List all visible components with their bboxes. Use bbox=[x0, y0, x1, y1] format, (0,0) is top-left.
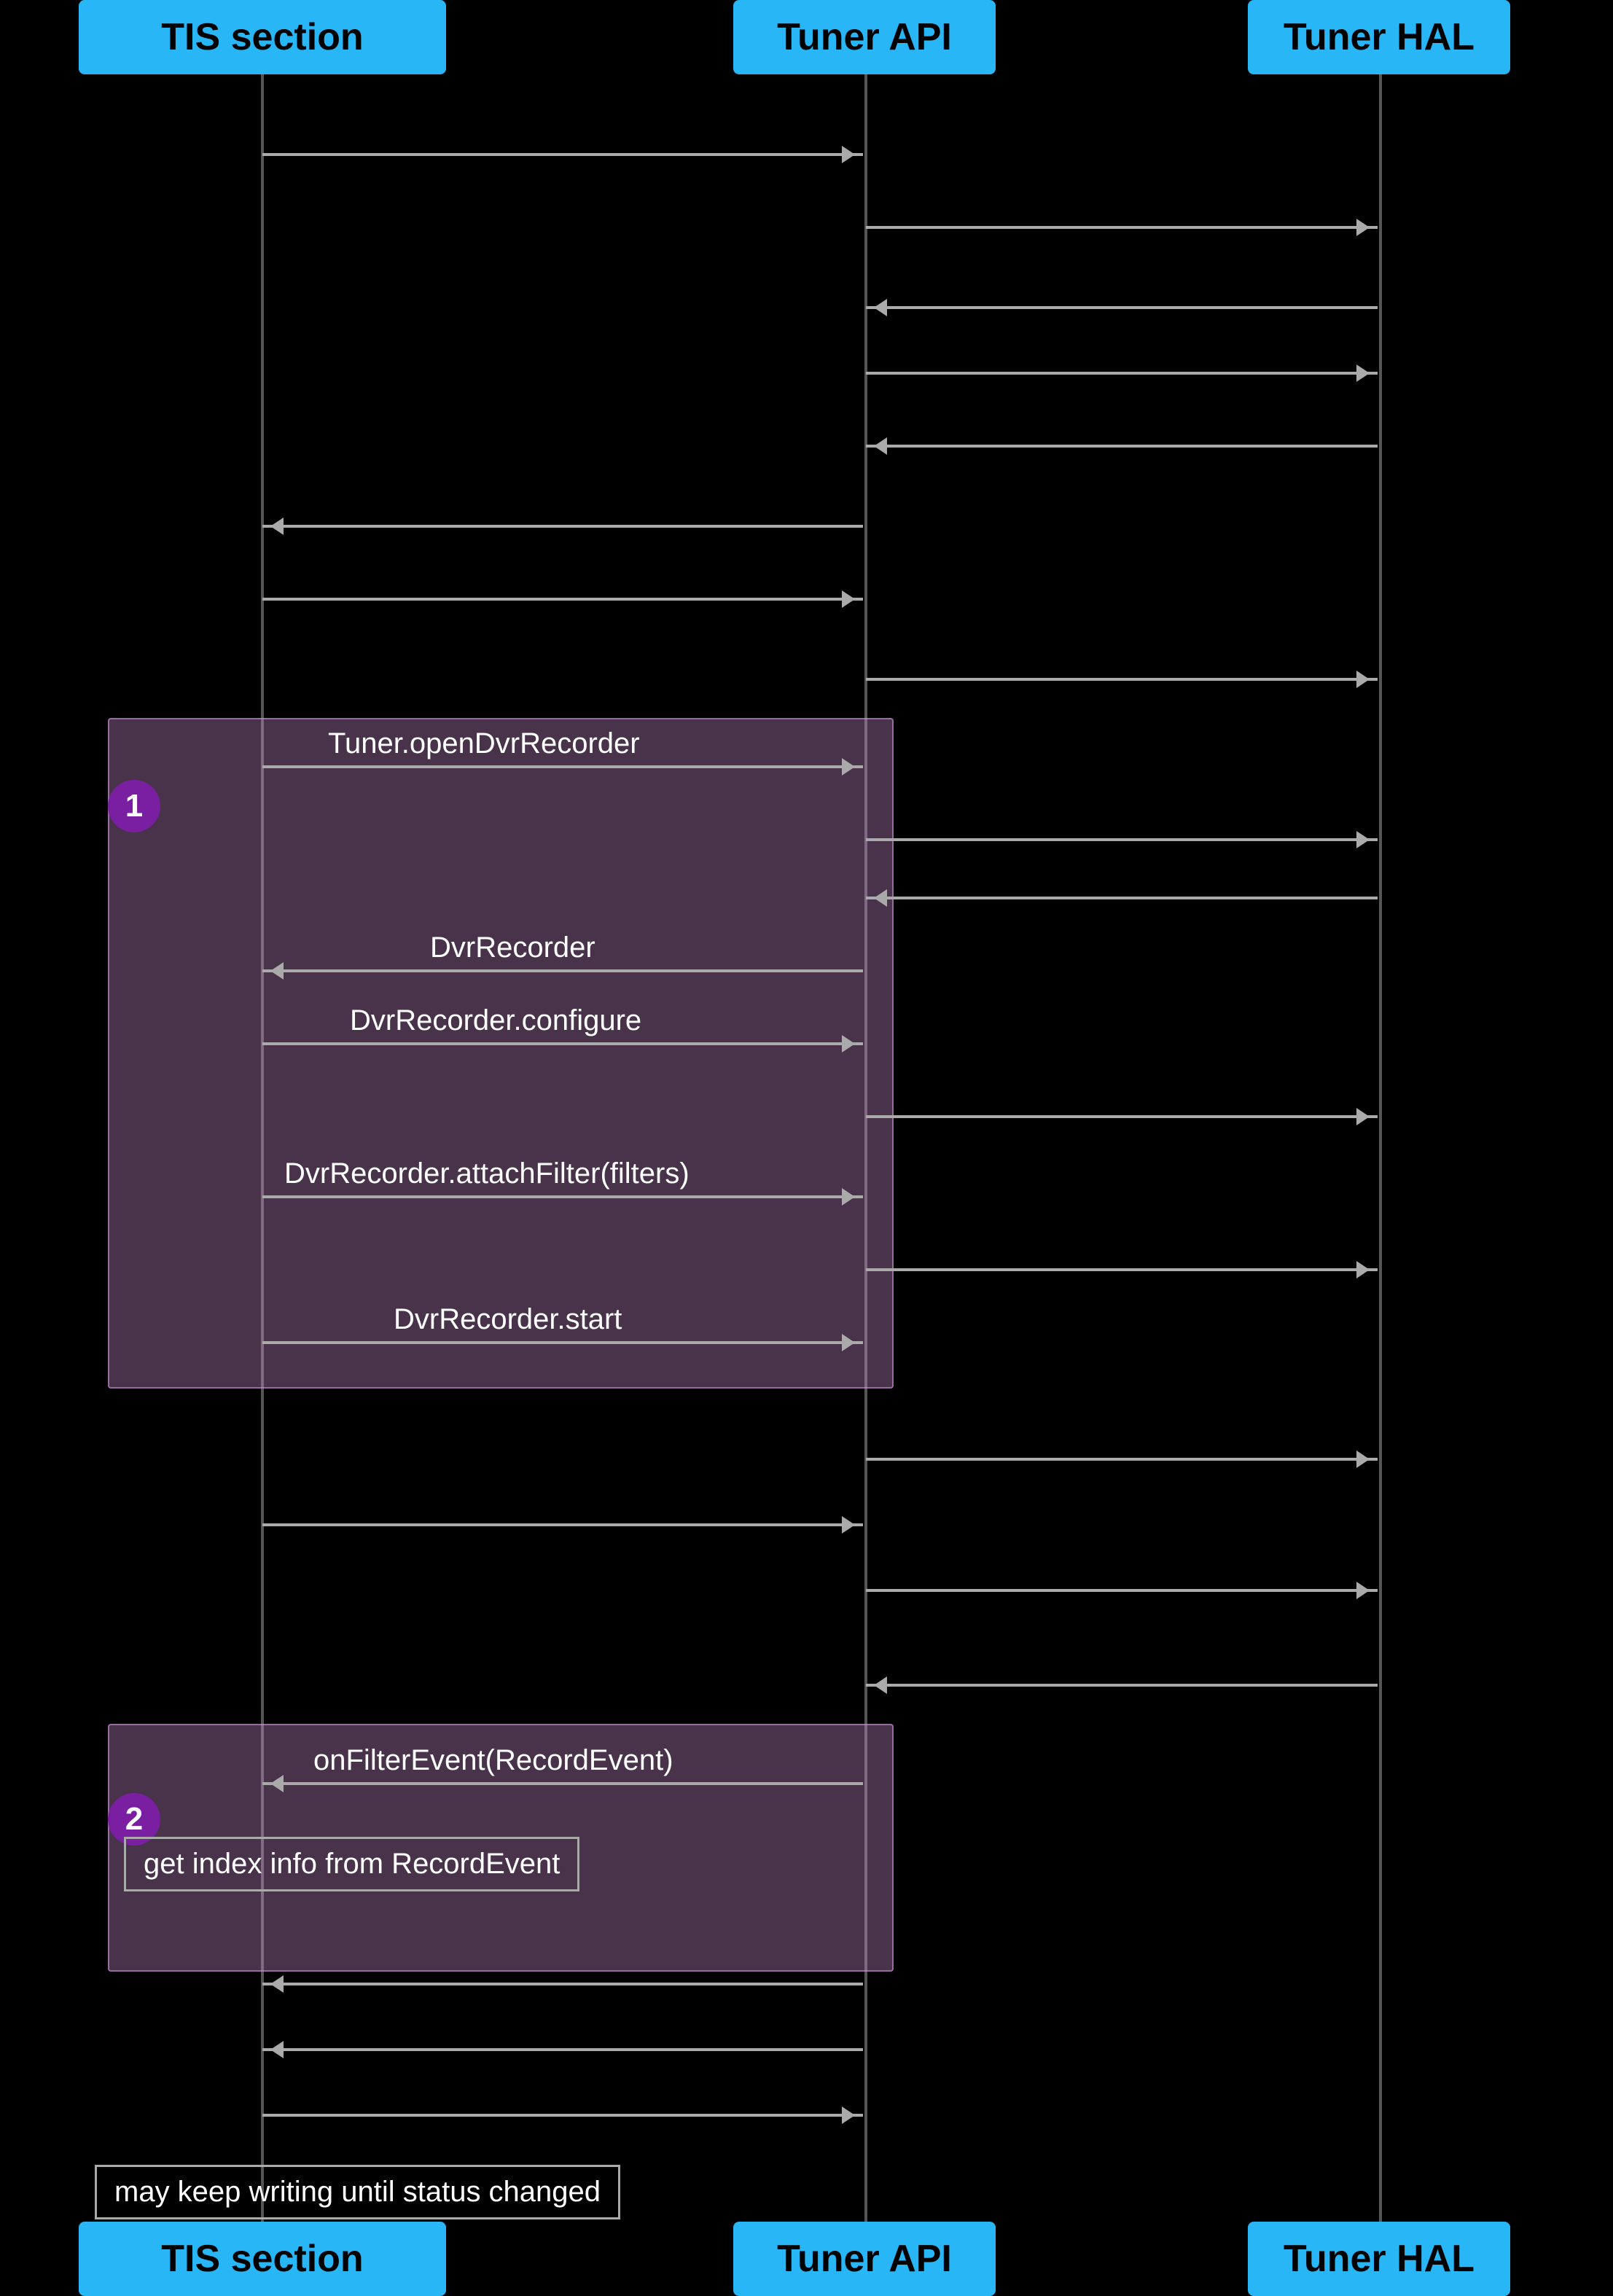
arrow-start bbox=[262, 1341, 863, 1344]
arrow-open-dvr bbox=[262, 765, 863, 768]
arrow-1 bbox=[262, 153, 863, 156]
arrow-m2 bbox=[262, 1523, 863, 1526]
arrow-m3 bbox=[866, 1589, 1378, 1592]
arrow-m4 bbox=[866, 1684, 1378, 1687]
tuner-hal-lifeline bbox=[1379, 74, 1382, 2222]
arrow-on-filter-event bbox=[262, 1782, 863, 1785]
arrow-c3 bbox=[262, 2114, 863, 2117]
label-start: DvrRecorder.start bbox=[394, 1303, 622, 1336]
arrow-b8 bbox=[866, 1268, 1378, 1271]
sequence-box-1 bbox=[108, 718, 894, 1389]
arrow-7 bbox=[262, 598, 863, 601]
tuner-hal-header-bottom: Tuner HAL bbox=[1248, 2222, 1510, 2296]
arrow-2 bbox=[866, 226, 1378, 229]
arrow-3 bbox=[866, 306, 1378, 309]
arrow-6 bbox=[262, 525, 863, 528]
tuner-api-header-top: Tuner API bbox=[733, 0, 996, 74]
arrow-5 bbox=[866, 445, 1378, 448]
label-configure: DvrRecorder.configure bbox=[350, 1004, 641, 1037]
arrow-b6 bbox=[866, 1115, 1378, 1118]
tis-header-top: TIS section bbox=[79, 0, 446, 74]
step-1-circle: 1 bbox=[108, 780, 160, 832]
tis-header-bottom: TIS section bbox=[79, 2222, 446, 2296]
tuner-hal-header-top: Tuner HAL bbox=[1248, 0, 1510, 74]
arrow-b3 bbox=[866, 897, 1378, 899]
arrow-c1 bbox=[262, 1983, 863, 1985]
label-open-dvr: Tuner.openDvrRecorder bbox=[328, 727, 640, 760]
arrow-b2 bbox=[866, 838, 1378, 841]
get-index-info-box: get index info from RecordEvent bbox=[124, 1837, 579, 1891]
label-attach-filter: DvrRecorder.attachFilter(filters) bbox=[284, 1157, 690, 1190]
may-keep-writing-box: may keep writing until status changed bbox=[95, 2165, 620, 2219]
label-on-filter-event: onFilterEvent(RecordEvent) bbox=[313, 1744, 673, 1777]
label-dvr-recorder: DvrRecorder bbox=[430, 932, 595, 964]
arrow-c2 bbox=[262, 2048, 863, 2051]
arrow-dvr-recorder bbox=[262, 969, 863, 972]
arrow-attach-filter bbox=[262, 1195, 863, 1198]
arrow-configure bbox=[262, 1042, 863, 1045]
arrow-4 bbox=[866, 372, 1378, 375]
tuner-api-header-bottom: Tuner API bbox=[733, 2222, 996, 2296]
arrow-8 bbox=[866, 678, 1378, 681]
arrow-m1 bbox=[866, 1458, 1378, 1461]
